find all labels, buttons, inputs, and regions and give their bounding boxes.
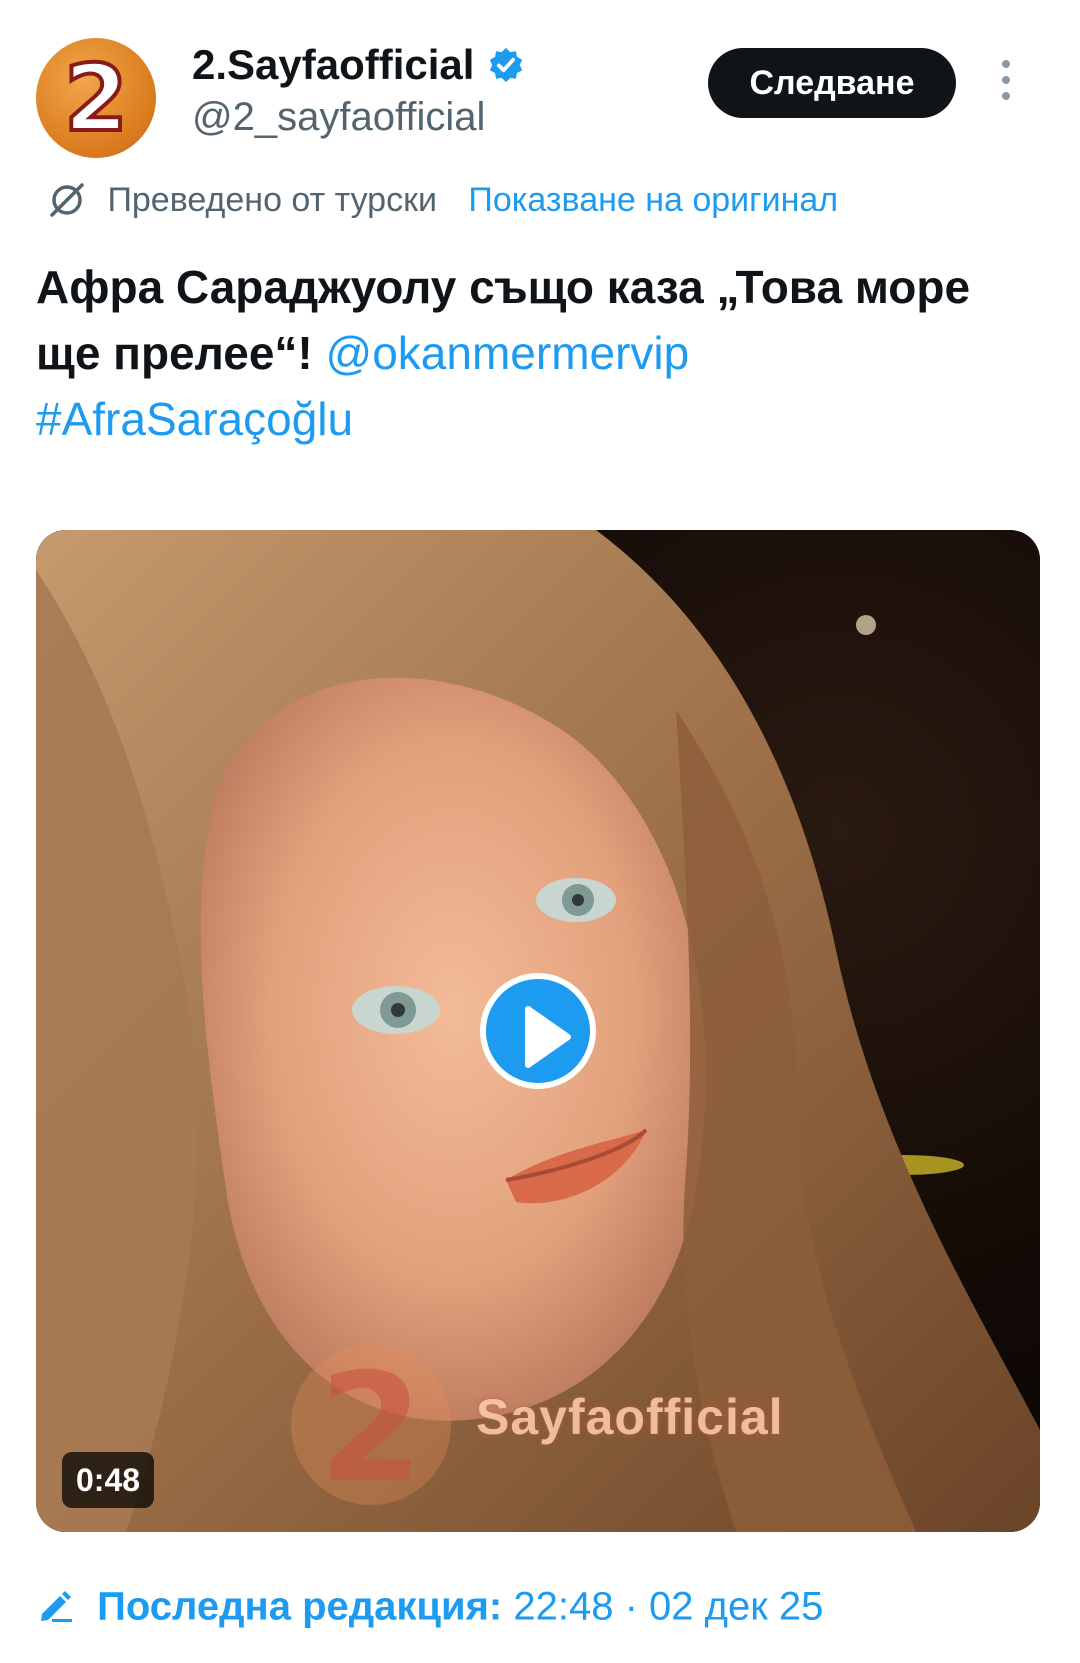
verified-badge-icon (489, 47, 523, 83)
edit-pencil-icon (41, 1591, 72, 1623)
tweet-header: 2 2.Sayfaofficial @2_sayfaofficial Следв… (36, 36, 1046, 158)
name-block: 2.Sayfaofficial @2_sayfaofficial (192, 40, 525, 144)
edit-timestamp: 22:48 · 02 дек 25 (513, 1584, 824, 1629)
translation-bar: Преведено от турски Показване на оригина… (46, 174, 838, 222)
handle[interactable]: @2_sayfaofficial (192, 90, 525, 144)
avatar-logo-icon: 2 (62, 43, 130, 154)
follow-button[interactable]: Следване (708, 48, 956, 118)
avatar-logo-text: 2 (64, 45, 128, 152)
watermark-text: Sayfaofficial (476, 1389, 784, 1445)
tweet-text: Афра Сараджуолу също каза „Това море ще … (36, 254, 1046, 452)
play-button[interactable] (480, 973, 596, 1089)
mention-link[interactable]: @okanmermervip (326, 327, 690, 379)
edit-label: Последна редакция: (97, 1584, 503, 1629)
translate-icon (50, 183, 84, 217)
more-options-icon[interactable] (996, 60, 1016, 108)
translated-from-label: Преведено от турски (107, 181, 437, 220)
video-duration: 0:48 (62, 1452, 155, 1508)
show-original-link[interactable]: Показване на оригинал (468, 181, 838, 219)
watermark: 2 Sayfaofficial (276, 1330, 856, 1516)
edit-info[interactable]: Последна редакция: 22:48 · 02 дек 25 (36, 1576, 823, 1632)
video-player[interactable]: 2 Sayfaofficial 0:48 (36, 530, 1040, 1532)
display-name[interactable]: 2.Sayfaofficial (192, 40, 474, 90)
watermark-logo-text: 2 (319, 1342, 423, 1510)
play-icon (525, 1006, 571, 1068)
hashtag-link[interactable]: #AfraSaraçoğlu (36, 393, 353, 445)
avatar[interactable]: 2 (36, 38, 156, 158)
watermark-logo-icon: 2 (291, 1342, 451, 1516)
